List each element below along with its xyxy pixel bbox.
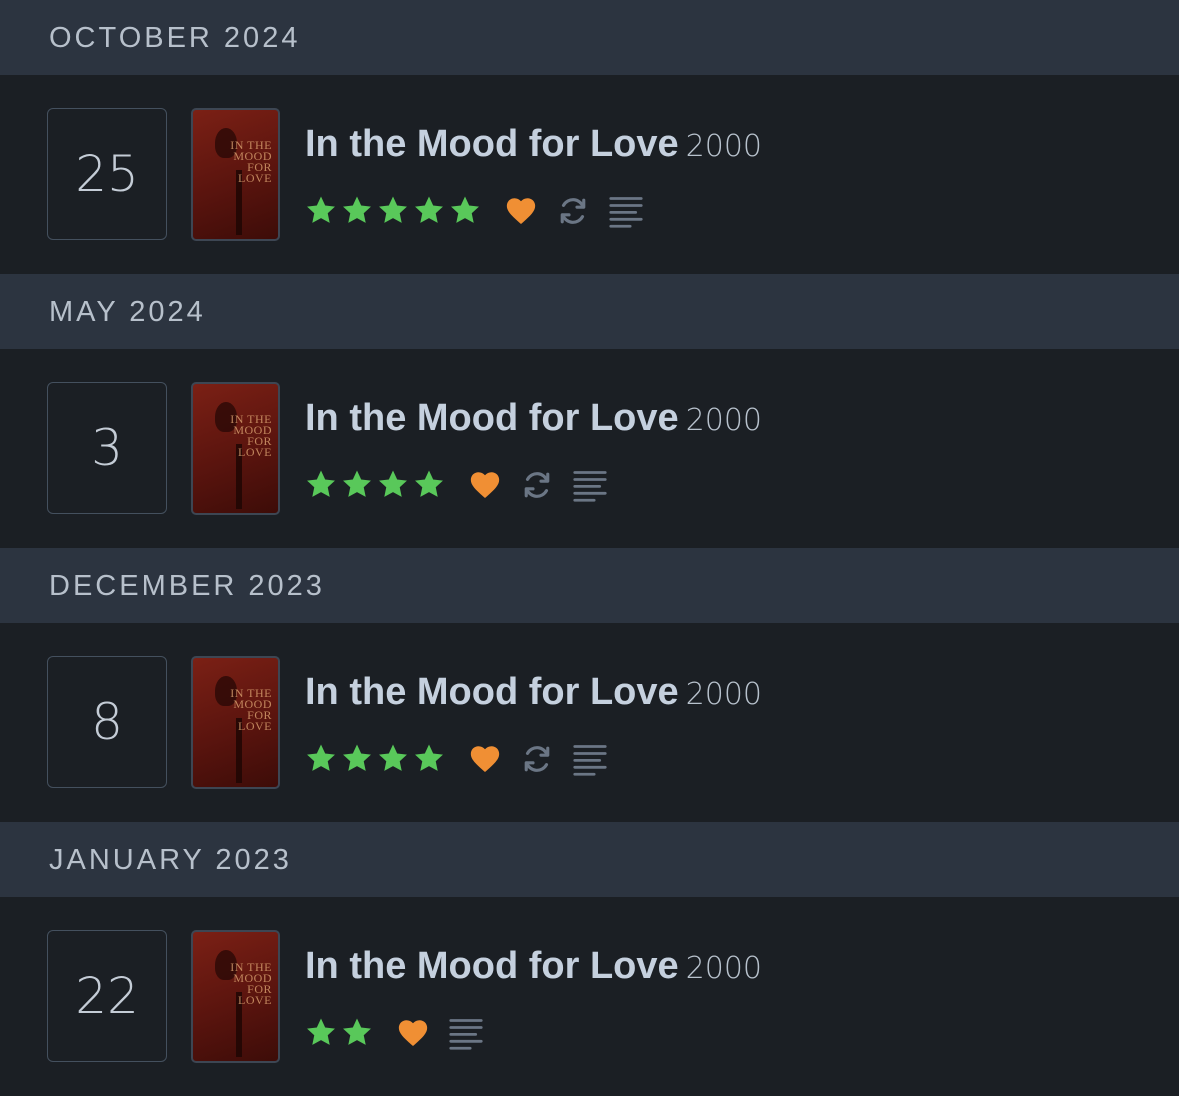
star-icon — [304, 742, 340, 776]
poster-text-line: LOVE — [238, 993, 272, 1007]
film-poster[interactable]: IN THE MOOD FOR LOVE — [191, 656, 280, 789]
entry-meta — [304, 191, 644, 231]
poster-text-line: LOVE — [238, 171, 272, 185]
star-icon — [304, 1016, 340, 1050]
star-icon — [304, 468, 340, 502]
film-year[interactable]: 2000 — [686, 129, 762, 164]
day-number: 22 — [75, 967, 139, 1025]
title-line: In the Mood for Love 2000 — [305, 123, 762, 166]
day-number: 25 — [75, 145, 139, 203]
star-rating — [304, 468, 448, 502]
star-icon — [376, 468, 412, 502]
film-year[interactable]: 2000 — [686, 951, 762, 986]
star-icon — [304, 194, 340, 228]
star-rating — [304, 742, 448, 776]
heart-icon — [468, 742, 502, 776]
star-icon — [340, 742, 376, 776]
title-line: In the Mood for Love 2000 — [305, 945, 762, 988]
film-title[interactable]: In the Mood for Love — [305, 945, 679, 987]
poster-text-line: LOVE — [238, 445, 272, 459]
film-title[interactable]: In the Mood for Love — [305, 671, 679, 713]
day-box[interactable]: 8 — [47, 656, 167, 788]
poster-text-line: LOVE — [238, 719, 272, 733]
month-header: MAY 2024 — [0, 274, 1179, 349]
heart-icon — [504, 194, 538, 228]
star-icon — [340, 1016, 376, 1050]
heart-icon — [468, 468, 502, 502]
star-icon — [340, 194, 376, 228]
day-number: 8 — [91, 693, 123, 751]
month-header: DECEMBER 2023 — [0, 548, 1179, 623]
film-year[interactable]: 2000 — [686, 677, 762, 712]
day-box[interactable]: 22 — [47, 930, 167, 1062]
diary-entry[interactable]: 25 IN THE MOOD FOR LOVE In the Mood for Lov… — [0, 75, 1179, 274]
entry-meta — [304, 465, 608, 505]
diary-entry[interactable]: 22 IN THE MOOD FOR LOVE In the Mood for Lov… — [0, 897, 1179, 1096]
star-icon — [376, 742, 412, 776]
star-rating — [304, 194, 484, 228]
month-header: JANUARY 2023 — [0, 822, 1179, 897]
month-label: DECEMBER 2023 — [49, 570, 325, 602]
month-label: OCTOBER 2024 — [49, 22, 301, 54]
star-icon — [376, 194, 412, 228]
diary-entry[interactable]: 8 IN THE MOOD FOR LOVE In the Mood for Love… — [0, 623, 1179, 822]
title-line: In the Mood for Love 2000 — [305, 671, 762, 714]
day-number: 3 — [91, 419, 123, 477]
film-year[interactable]: 2000 — [686, 403, 762, 438]
film-poster[interactable]: IN THE MOOD FOR LOVE — [191, 930, 280, 1063]
review-icon[interactable] — [572, 742, 608, 776]
entry-meta — [304, 739, 608, 779]
review-icon[interactable] — [608, 194, 644, 228]
film-title[interactable]: In the Mood for Love — [305, 123, 679, 165]
review-icon[interactable] — [572, 468, 608, 502]
star-icon — [412, 194, 448, 228]
month-label: MAY 2024 — [49, 296, 206, 328]
diary-list: OCTOBER 2024 25 IN THE MOOD FOR LOVE In the… — [0, 0, 1179, 1096]
poster-title-text: IN THE MOOD FOR LOVE — [230, 413, 272, 459]
review-icon[interactable] — [448, 1016, 484, 1050]
diary-entry[interactable]: 3 IN THE MOOD FOR LOVE In the Mood for Love… — [0, 349, 1179, 548]
day-box[interactable]: 25 — [47, 108, 167, 240]
star-icon — [340, 468, 376, 502]
poster-title-text: IN THE MOOD FOR LOVE — [230, 687, 272, 733]
film-poster[interactable]: IN THE MOOD FOR LOVE — [191, 382, 280, 515]
month-label: JANUARY 2023 — [49, 844, 292, 876]
film-title[interactable]: In the Mood for Love — [305, 397, 679, 439]
entry-meta — [304, 1013, 484, 1053]
star-rating — [304, 1016, 376, 1050]
rewatch-icon — [556, 194, 590, 228]
month-header: OCTOBER 2024 — [0, 0, 1179, 75]
star-icon — [412, 742, 448, 776]
rewatch-icon — [520, 742, 554, 776]
poster-title-text: IN THE MOOD FOR LOVE — [230, 139, 272, 185]
poster-title-text: IN THE MOOD FOR LOVE — [230, 961, 272, 1007]
star-icon — [448, 194, 484, 228]
title-line: In the Mood for Love 2000 — [305, 397, 762, 440]
rewatch-icon — [520, 468, 554, 502]
star-icon — [412, 468, 448, 502]
heart-icon — [396, 1016, 430, 1050]
film-poster[interactable]: IN THE MOOD FOR LOVE — [191, 108, 280, 241]
day-box[interactable]: 3 — [47, 382, 167, 514]
